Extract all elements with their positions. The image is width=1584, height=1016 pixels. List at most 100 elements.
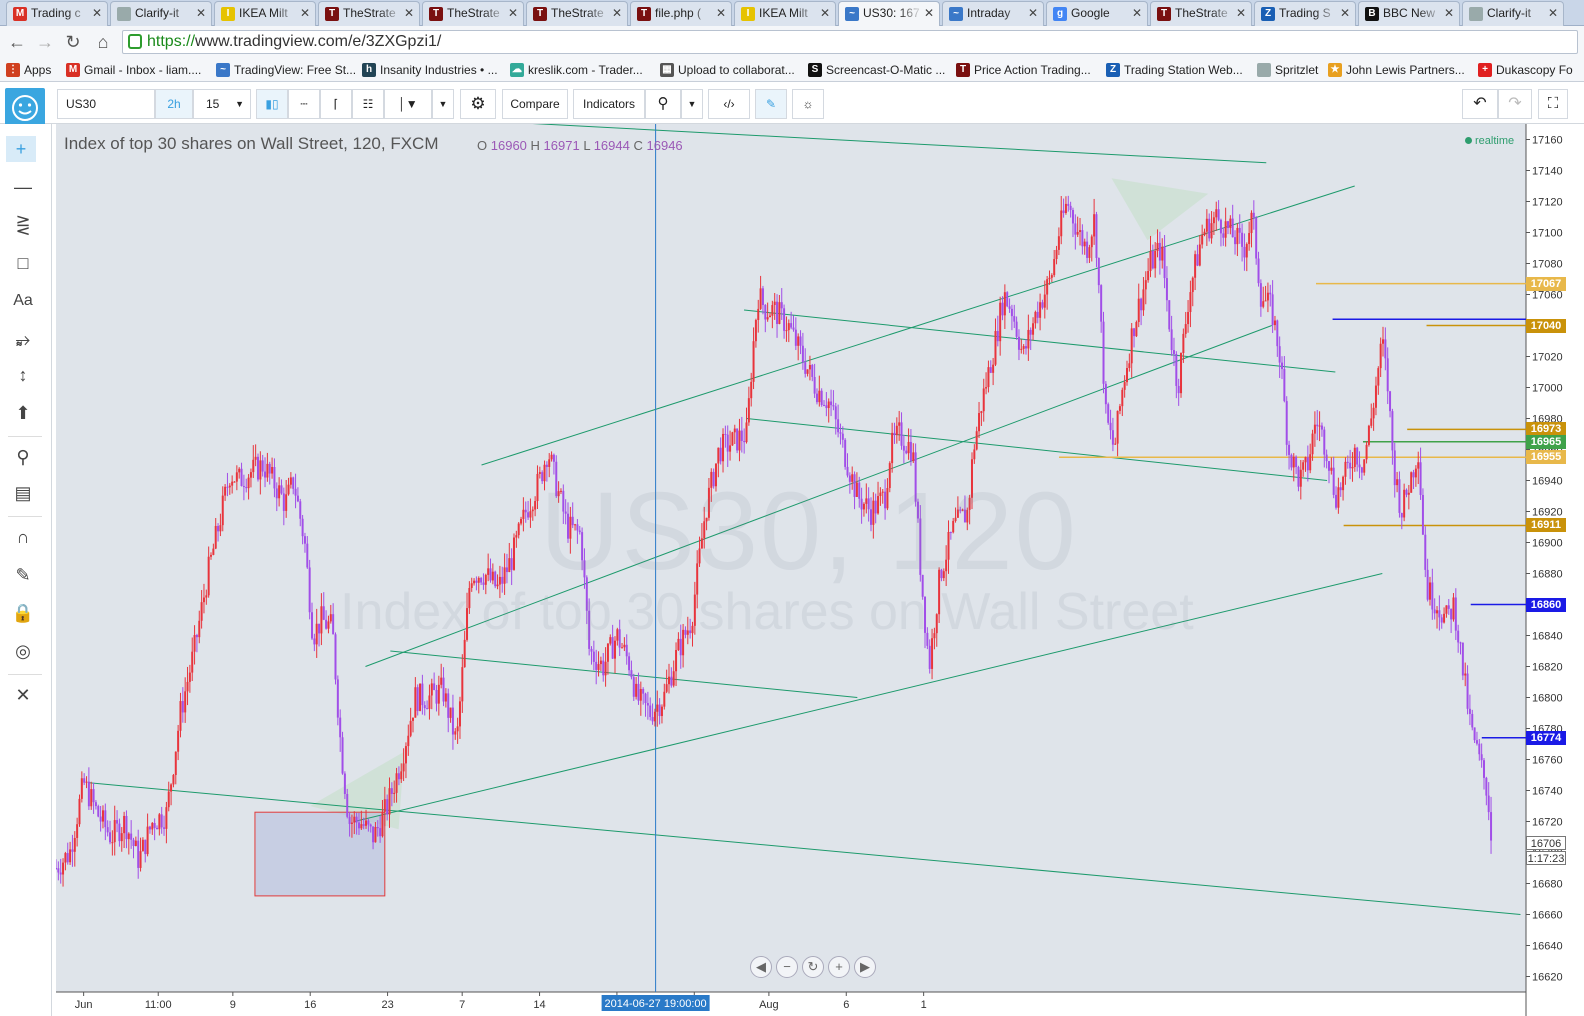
compare-button[interactable]: Compare [502,89,568,119]
close-icon[interactable]: ✕ [508,2,518,25]
close-icon[interactable]: ✕ [924,2,934,25]
heikin-icon[interactable]: ☷ [352,89,384,119]
bookmark-item[interactable]: T Price Action Trading... [956,61,1091,79]
bookmark-item[interactable]: + Dukascopy Fo [1478,61,1573,79]
candle-body [125,815,128,840]
browser-tab[interactable]: M Trading c ✕ [6,1,108,26]
redo-icon[interactable]: ↷ [1498,89,1532,119]
share-code-icon[interactable]: ‹/› [708,89,750,119]
undo-icon[interactable]: ↶ [1462,89,1498,119]
browser-tab[interactable]: ~ Intraday ✕ [942,1,1044,26]
browser-tab[interactable]: Clarify-it ✕ [110,1,212,26]
browser-tab[interactable]: I IKEA Milt ✕ [214,1,316,26]
rectangle-icon[interactable]: □ [10,250,36,276]
scroll-right-icon[interactable]: ▶ [854,956,876,978]
bars-icon[interactable]: ┄ [288,89,320,119]
close-icon[interactable]: ✕ [1028,2,1038,25]
browser-tab[interactable]: B BBC New ✕ [1358,1,1460,26]
zoom-in-icon[interactable]: + [828,956,850,978]
eye-hidden-icon[interactable]: ◎ [10,638,36,664]
back-icon[interactable]: ← [6,31,28,53]
measure-icon[interactable]: ↕ [10,362,36,388]
close-icon[interactable]: ✕ [1236,2,1246,25]
browser-tab[interactable]: ~ US30: 167 ✕ [838,1,940,27]
close-icon[interactable]: ✕ [92,2,102,25]
crosshair-icon[interactable]: + [6,136,36,162]
close-icon[interactable]: ✕ [612,2,622,25]
bookmark-item[interactable]: ~ TradingView: Free St... [216,61,356,79]
bookmark-item[interactable]: ▦ Upload to collaborat... [660,61,795,79]
close-icon[interactable]: ✕ [1132,2,1142,25]
interval-select[interactable]: 15 ▼ [193,89,251,119]
bookmark-item[interactable]: M Gmail - Inbox - liam.... [66,61,201,79]
zoom-out-icon[interactable]: − [776,956,798,978]
bookmark-item[interactable]: h Insanity Industries • ... [362,61,498,79]
text-icon[interactable]: Aa [10,288,36,314]
pitchfork-icon[interactable]: ⋛ [10,212,36,238]
candle-body [1295,456,1298,468]
chevron-down-icon[interactable]: ▼ [432,89,454,119]
indicators-button[interactable]: Indicators [573,89,645,119]
pattern-icon[interactable]: ⥵ [10,326,36,352]
candle-body [512,537,515,570]
close-icon[interactable]: ✕ [820,2,830,25]
lock-icon[interactable]: 🔒 [10,600,36,626]
url-field[interactable]: https://www.tradingview.com/e/3ZXGpzi1/ [122,30,1578,54]
close-icon[interactable]: ✕ [1340,2,1350,25]
bookmark-item[interactable]: Spritzlet [1257,61,1318,79]
interval-button[interactable]: 2h [155,89,193,119]
bookmark-item[interactable]: ⋮ Apps [6,61,51,79]
candle-body [1165,278,1168,301]
zoom-icon[interactable]: ⚲ [10,444,36,470]
candle-body [1259,283,1262,307]
browser-tab[interactable]: I IKEA Milt ✕ [734,1,836,26]
tools-icon[interactable]: ✕ [10,682,36,708]
bookmark-item[interactable]: S Screencast-O-Matic ... [808,61,945,79]
arrow-up-icon[interactable]: ⬆ [10,400,36,426]
browser-tab[interactable]: T TheStrate ✕ [318,1,420,26]
bookmark-item[interactable]: Z Trading Station Web... [1106,61,1243,79]
search-icon[interactable]: ⚲ [645,89,681,119]
line-chart-icon[interactable]: ⌈ [320,89,352,119]
browser-tab[interactable]: T TheStrate ✕ [526,1,628,26]
chevron-down-icon[interactable]: ▼ [681,89,703,119]
pencil-icon[interactable]: ✎ [10,562,36,588]
browser-tab[interactable]: Clarify-it ✕ [1462,1,1564,26]
candles-icon[interactable]: ▮▯ [256,89,288,119]
bookmark-item[interactable]: ★ John Lewis Partners... [1328,61,1465,79]
browser-tab[interactable]: Z Trading S ✕ [1254,1,1356,26]
candle-body [987,367,990,388]
brush-icon[interactable]: ✎ [755,89,787,119]
reload-icon[interactable]: ↻ [62,31,84,53]
close-icon[interactable]: ✕ [1444,2,1454,25]
fullscreen-icon[interactable]: ⛶ [1538,89,1568,119]
home-icon[interactable]: ⌂ [92,31,114,53]
tab-fade [795,2,819,25]
browser-tab[interactable]: g Google ✕ [1046,1,1148,26]
symbol-input[interactable]: US30 [57,89,155,119]
magnet-icon[interactable]: ∩ [10,524,36,550]
reset-icon[interactable]: ↻ [802,956,824,978]
close-icon[interactable]: ✕ [300,2,310,25]
forward-icon[interactable]: → [34,31,56,53]
candle-body [343,773,346,794]
candle-body [1487,795,1490,813]
chart-style-icon[interactable]: │▼ [384,89,432,119]
browser-tab[interactable]: T TheStrate ✕ [422,1,524,26]
smiley-icon[interactable] [5,88,45,128]
browser-tab[interactable]: T TheStrate ✕ [1150,1,1252,26]
lightbulb-icon[interactable]: ☼ [792,89,824,119]
bookmark-item[interactable]: ☁ kreslik.com - Trader... [510,61,643,79]
scroll-left-icon[interactable]: ◀ [750,956,772,978]
close-icon[interactable]: ✕ [1548,2,1558,25]
close-icon[interactable]: ✕ [716,2,726,25]
gear-icon[interactable]: ⚙ [460,89,496,119]
browser-tab[interactable]: Tfile.php (✕ [630,1,732,26]
tab-fade [483,2,507,25]
close-icon[interactable]: ✕ [404,2,414,25]
close-icon[interactable]: ✕ [196,2,206,25]
price-tag: 16965 [1526,434,1566,449]
candle-body [134,840,137,847]
ruler-icon[interactable]: ▤ [10,480,36,506]
trend-line-icon[interactable]: — [10,174,36,200]
